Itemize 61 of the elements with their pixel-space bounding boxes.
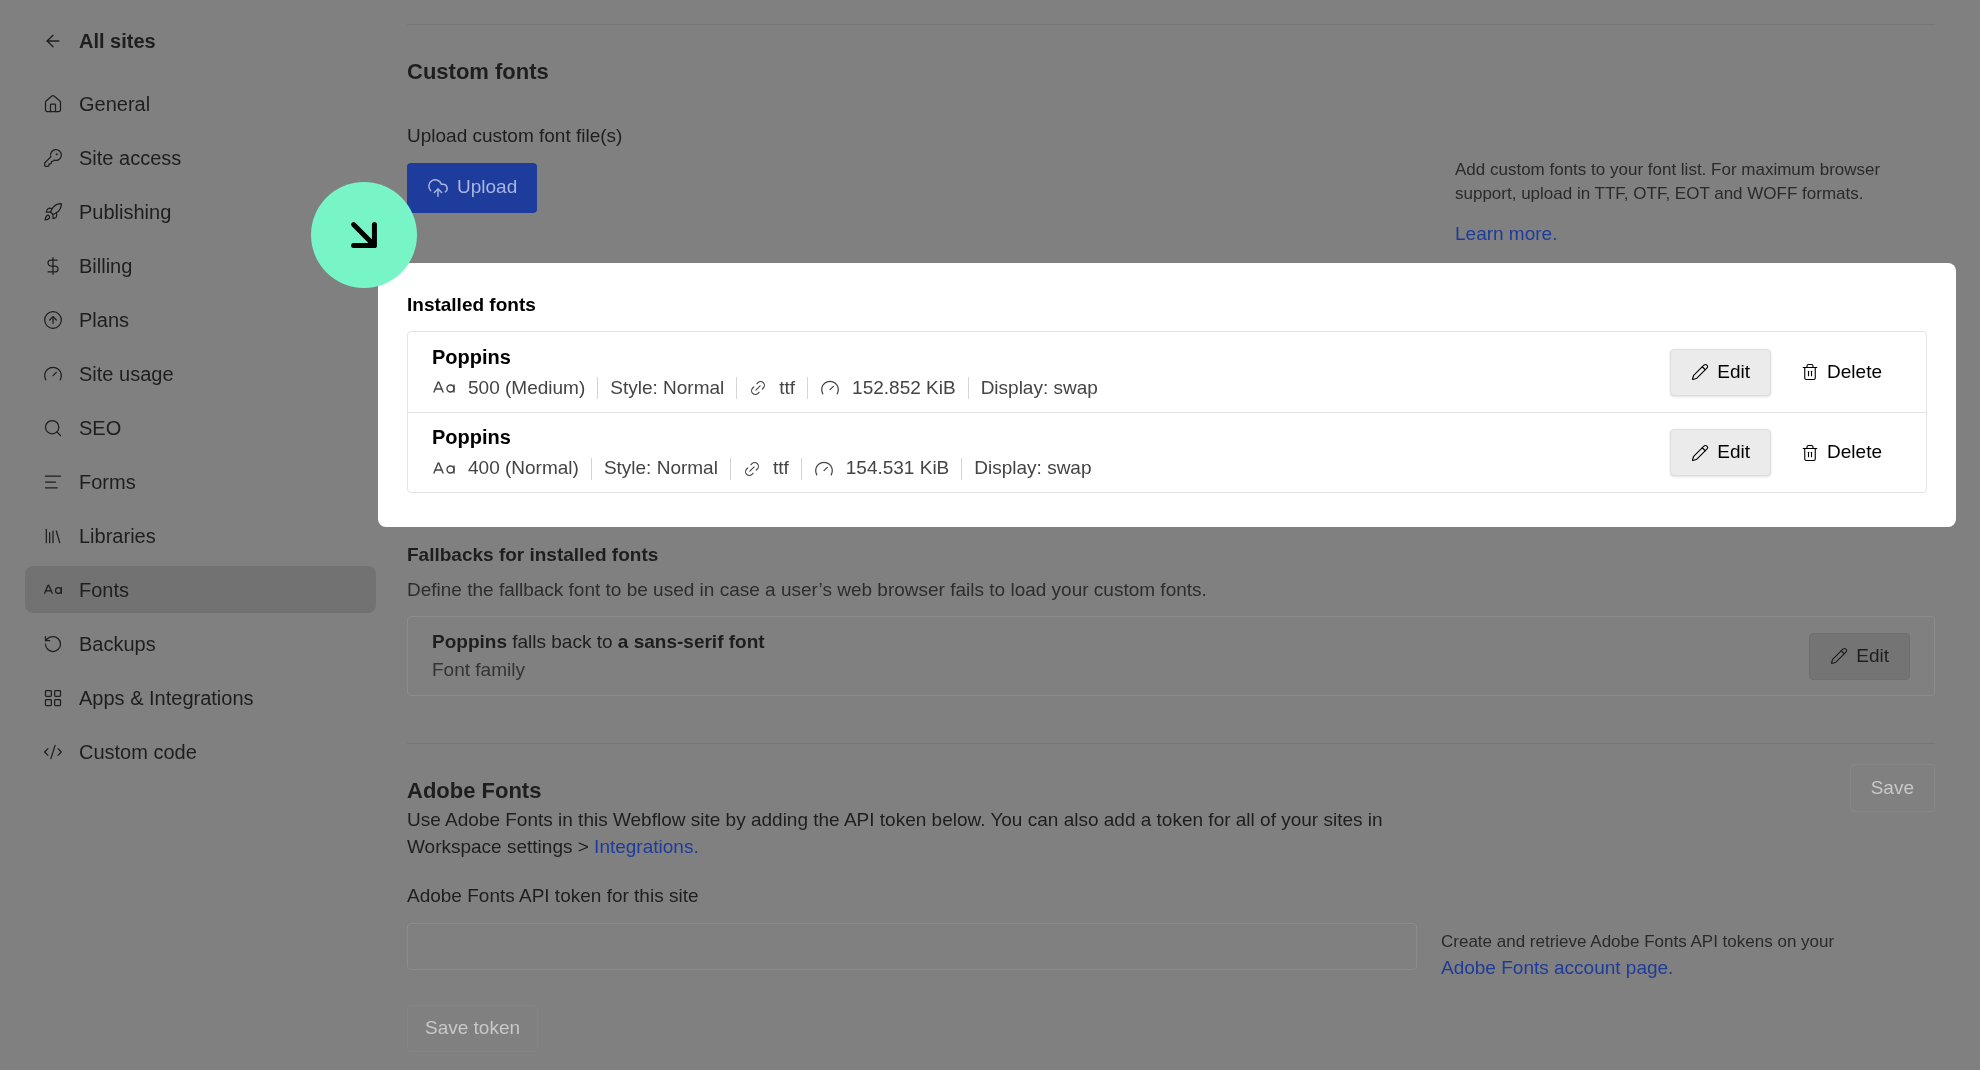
section-title: Custom fonts bbox=[407, 58, 550, 86]
sidebar-item[interactable]: Forms bbox=[25, 458, 376, 505]
sidebar-item[interactable]: Site usage bbox=[25, 350, 376, 397]
learn-more-link[interactable]: Learn more. bbox=[1455, 220, 1558, 249]
section-title: Installed fonts bbox=[407, 292, 537, 317]
description-text: Use Adobe Fonts in this Webflow site by adding the API token below. You can also add a token for all of your sites in Workspace settings > Integrations. bbox=[407, 808, 1384, 859]
delete-button[interactable]: Delete bbox=[1777, 348, 1906, 396]
font-size: 154.531 KiB bbox=[845, 456, 950, 481]
sidebar-item[interactable]: Custom code bbox=[25, 728, 376, 775]
font-weight: 500 (Medium) bbox=[468, 375, 586, 400]
fallback-subtitle: Font family bbox=[432, 658, 525, 682]
delete-button[interactable]: Delete bbox=[1777, 429, 1906, 476]
save-button[interactable]: Save bbox=[1849, 764, 1935, 812]
sidebar-item[interactable]: Fonts bbox=[25, 566, 376, 613]
circle-arrow-up-icon bbox=[43, 309, 63, 330]
sidebar-item[interactable]: General bbox=[25, 80, 376, 127]
cloud-upload-icon bbox=[427, 176, 449, 199]
font-style: Style: Normal bbox=[603, 456, 718, 481]
sidebar-item[interactable]: SEO bbox=[25, 404, 376, 451]
section-title: Adobe Fonts bbox=[407, 777, 542, 805]
font-display: Display: swap bbox=[980, 375, 1098, 400]
pencil-icon bbox=[1691, 363, 1710, 381]
sidebar-item[interactable]: Publishing bbox=[25, 188, 376, 235]
description-text: Define the fallback font to be used in case a user’s web browser fails to load your custom fonts. bbox=[407, 577, 1208, 602]
save-token-button[interactable]: Save token bbox=[407, 1004, 539, 1052]
integrations-link[interactable]: Integrations. bbox=[594, 836, 699, 857]
font-format: ttf bbox=[772, 456, 789, 481]
edit-button[interactable]: Edit bbox=[1809, 632, 1910, 680]
account-page-link[interactable]: Adobe Fonts account page. bbox=[1441, 954, 1674, 983]
house-icon bbox=[43, 93, 63, 114]
section-title: Fallbacks for installed fonts bbox=[407, 543, 660, 567]
font-format: ttf bbox=[779, 375, 796, 400]
font-weight: 400 (Normal) bbox=[468, 456, 579, 481]
font-display: Display: swap bbox=[974, 456, 1092, 481]
field-label: Adobe Fonts API token for this site bbox=[407, 884, 699, 908]
edit-button[interactable]: Edit bbox=[1670, 429, 1772, 476]
fallback-rule: Poppins falls back to a sans-serif font bbox=[432, 629, 765, 654]
font-style: Style: Normal bbox=[610, 375, 725, 400]
help-text: Add custom fonts to your font list. For maximum browser support, upload in TTF, OTF, EOT and WOFF formats. bbox=[1455, 159, 1882, 205]
help-text: Create and retrieve Adobe Fonts API tokens on your bbox=[1441, 930, 1835, 953]
edit-button[interactable]: Edit bbox=[1670, 348, 1772, 396]
undo-arrow-icon bbox=[43, 633, 63, 654]
trash-icon bbox=[1801, 363, 1820, 381]
rocket-icon bbox=[43, 201, 63, 222]
sidebar-item[interactable]: Backups bbox=[25, 620, 376, 667]
search-icon bbox=[43, 417, 63, 438]
font-name: Poppins bbox=[432, 425, 511, 451]
pencil-icon bbox=[1830, 647, 1849, 665]
sidebar-item[interactable]: Plans bbox=[25, 296, 376, 343]
sidebar-item[interactable]: Apps & Integrations bbox=[25, 674, 376, 721]
sidebar-item[interactable]: Billing bbox=[25, 242, 376, 289]
back-link[interactable]: All sites bbox=[25, 26, 376, 56]
pencil-icon bbox=[1691, 443, 1710, 462]
key-icon bbox=[43, 147, 63, 168]
upload-button[interactable]: Upload bbox=[407, 162, 538, 213]
field-label: Upload custom font file(s) bbox=[407, 124, 623, 148]
trash-icon bbox=[1801, 443, 1820, 462]
font-size: 152.852 KiB bbox=[852, 375, 956, 400]
sidebar-item[interactable]: Libraries bbox=[25, 512, 376, 559]
font-name: Poppins bbox=[432, 344, 511, 370]
sidebar-item[interactable]: Site access bbox=[25, 134, 376, 181]
